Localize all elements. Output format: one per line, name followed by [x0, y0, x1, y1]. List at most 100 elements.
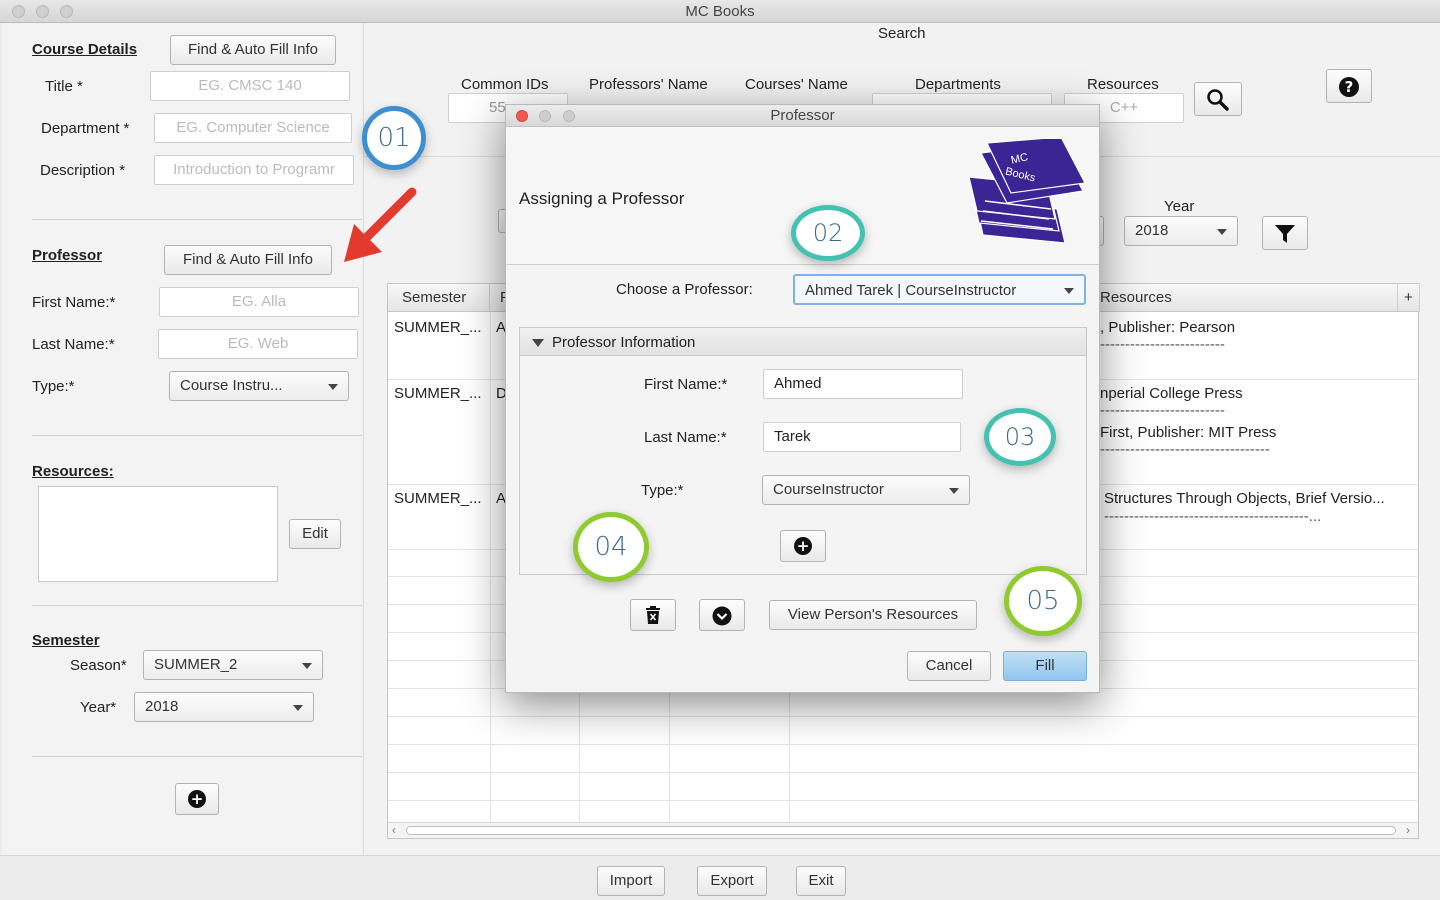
help-button[interactable]: ?: [1326, 69, 1372, 103]
fill-button[interactable]: Fill: [1003, 651, 1087, 681]
column-menu-icon[interactable]: +: [1398, 284, 1420, 312]
dlg-type-value: CourseInstructor: [773, 481, 884, 498]
dlg-type-select[interactable]: CourseInstructor: [762, 475, 970, 505]
minimize-dialog-icon: [539, 110, 551, 122]
plus-icon: +: [794, 537, 812, 555]
collapse-triangle-icon[interactable]: [532, 339, 544, 347]
choose-professor-value: Ahmed Tarek | CourseInstructor: [805, 282, 1017, 299]
resources-list[interactable]: [38, 486, 278, 582]
search-title: Search: [878, 25, 926, 42]
marker-02: 02: [791, 205, 865, 261]
scrollbar-thumb[interactable]: [406, 826, 1396, 835]
cell-semester: SUMMER_...: [394, 319, 482, 336]
cell-resources-sep: -------------------------: [1100, 402, 1225, 419]
professor-type-select[interactable]: Course Instru...: [169, 371, 349, 401]
title-input[interactable]: EG. CMSC 140: [150, 71, 350, 101]
marker-03: 03: [984, 408, 1056, 466]
minimize-window-icon[interactable]: [36, 5, 49, 18]
scroll-left-icon[interactable]: ‹: [392, 823, 396, 837]
window-title: MC Books: [685, 3, 755, 20]
view-resources-button[interactable]: View Person's Resources: [769, 600, 977, 630]
chevron-down-icon: [1064, 288, 1074, 294]
year-label: Year*: [80, 699, 117, 716]
trash-icon: [646, 606, 660, 624]
divider: [32, 756, 362, 757]
description-input[interactable]: Introduction to Programr: [154, 155, 354, 185]
dlg-first-name-label: First Name:*: [644, 376, 728, 393]
export-button[interactable]: Export: [697, 866, 767, 896]
course-find-autofill-button[interactable]: Find & Auto Fill Info: [170, 35, 336, 65]
choose-professor-label: Choose a Professor:: [616, 281, 753, 298]
last-name-input[interactable]: EG. Web: [158, 329, 358, 359]
filter-button[interactable]: [1262, 216, 1308, 250]
col-courses-label: Courses' Name: [745, 76, 848, 93]
first-name-label: First Name:*: [32, 294, 116, 311]
last-name-label: Last Name:*: [32, 336, 115, 353]
filter-year-label: Year: [1164, 198, 1195, 215]
department-label: Department *: [41, 120, 130, 137]
divider: [32, 219, 362, 220]
search-icon: [1207, 89, 1229, 111]
horizontal-scrollbar[interactable]: ‹ ›: [388, 822, 1418, 838]
dlg-first-name-input[interactable]: Ahmed: [763, 369, 963, 399]
add-course-button[interactable]: +: [175, 783, 219, 815]
scroll-right-icon[interactable]: ›: [1406, 823, 1410, 837]
cell-resources: nperial College Press: [1100, 385, 1243, 402]
cancel-button[interactable]: Cancel: [907, 651, 991, 681]
exit-button[interactable]: Exit: [796, 866, 846, 896]
dlg-type-label: Type:*: [641, 482, 684, 499]
col-professors-label: Professors' Name: [589, 76, 708, 93]
season-label: Season*: [70, 657, 127, 674]
expand-professor-button[interactable]: [699, 599, 745, 631]
zoom-dialog-icon: [563, 110, 575, 122]
cell-resources: Structures Through Objects, Brief Versio…: [1104, 490, 1385, 507]
chevron-down-icon: [328, 384, 338, 390]
close-dialog-icon[interactable]: [516, 110, 528, 122]
left-form-panel: Course Details Find & Auto Fill Info Tit…: [2, 23, 364, 855]
chevron-down-icon: [302, 663, 312, 669]
year-value: 2018: [145, 698, 179, 715]
red-arrow-icon: [344, 187, 417, 262]
department-input[interactable]: EG. Computer Science: [154, 113, 352, 143]
import-button[interactable]: Import: [597, 866, 665, 896]
col-resources-label: Resources: [1087, 76, 1159, 93]
cell-resources-sep: -------------------------: [1100, 336, 1225, 353]
col-line: [490, 312, 491, 822]
season-select[interactable]: SUMMER_2: [143, 650, 323, 680]
zoom-window-icon[interactable]: [60, 5, 73, 18]
cell-resources: First, Publisher: MIT Press: [1100, 424, 1277, 441]
row-divider: [388, 716, 1418, 717]
close-window-icon[interactable]: [12, 5, 25, 18]
row-divider: [388, 800, 1418, 801]
professor-find-autofill-button[interactable]: Find & Auto Fill Info: [164, 245, 332, 275]
title-label: Title *: [45, 78, 83, 95]
divider: [32, 605, 362, 606]
mc-books-logo: MC Books: [961, 136, 1089, 255]
resources-header: Resources:: [32, 463, 114, 480]
marker-05: 05: [1004, 566, 1082, 636]
header-resources[interactable]: Resources: [1100, 284, 1398, 312]
window-titlebar: MC Books: [0, 0, 1440, 23]
search-button[interactable]: [1194, 82, 1242, 116]
chevron-down-icon: [1217, 229, 1227, 235]
chevron-down-icon: [949, 488, 959, 494]
edit-resources-button[interactable]: Edit: [289, 519, 341, 549]
cell-semester: SUMMER_...: [394, 490, 482, 507]
cell-resources-sep: ----------------------------------: [1100, 441, 1270, 458]
delete-professor-button[interactable]: [630, 599, 676, 631]
first-name-input[interactable]: EG. Alla: [159, 287, 359, 317]
filter-year-select[interactable]: 2018: [1124, 216, 1238, 246]
dlg-last-name-input[interactable]: Tarek: [763, 422, 961, 452]
cell-resources: , Publisher: Pearson: [1100, 319, 1236, 336]
col-departments-label: Departments: [915, 76, 1001, 93]
plus-icon: +: [188, 790, 206, 808]
choose-professor-select[interactable]: Ahmed Tarek | CourseInstructor: [793, 274, 1086, 305]
course-details-header: Course Details: [32, 41, 138, 58]
row-divider: [388, 772, 1418, 773]
help-icon: ?: [1339, 77, 1359, 97]
chevron-down-icon: [293, 705, 303, 711]
header-semester[interactable]: Semester: [388, 284, 490, 312]
section-header[interactable]: Professor Information: [520, 328, 1086, 356]
add-professor-button[interactable]: +: [780, 530, 826, 562]
year-select[interactable]: 2018: [134, 692, 314, 722]
